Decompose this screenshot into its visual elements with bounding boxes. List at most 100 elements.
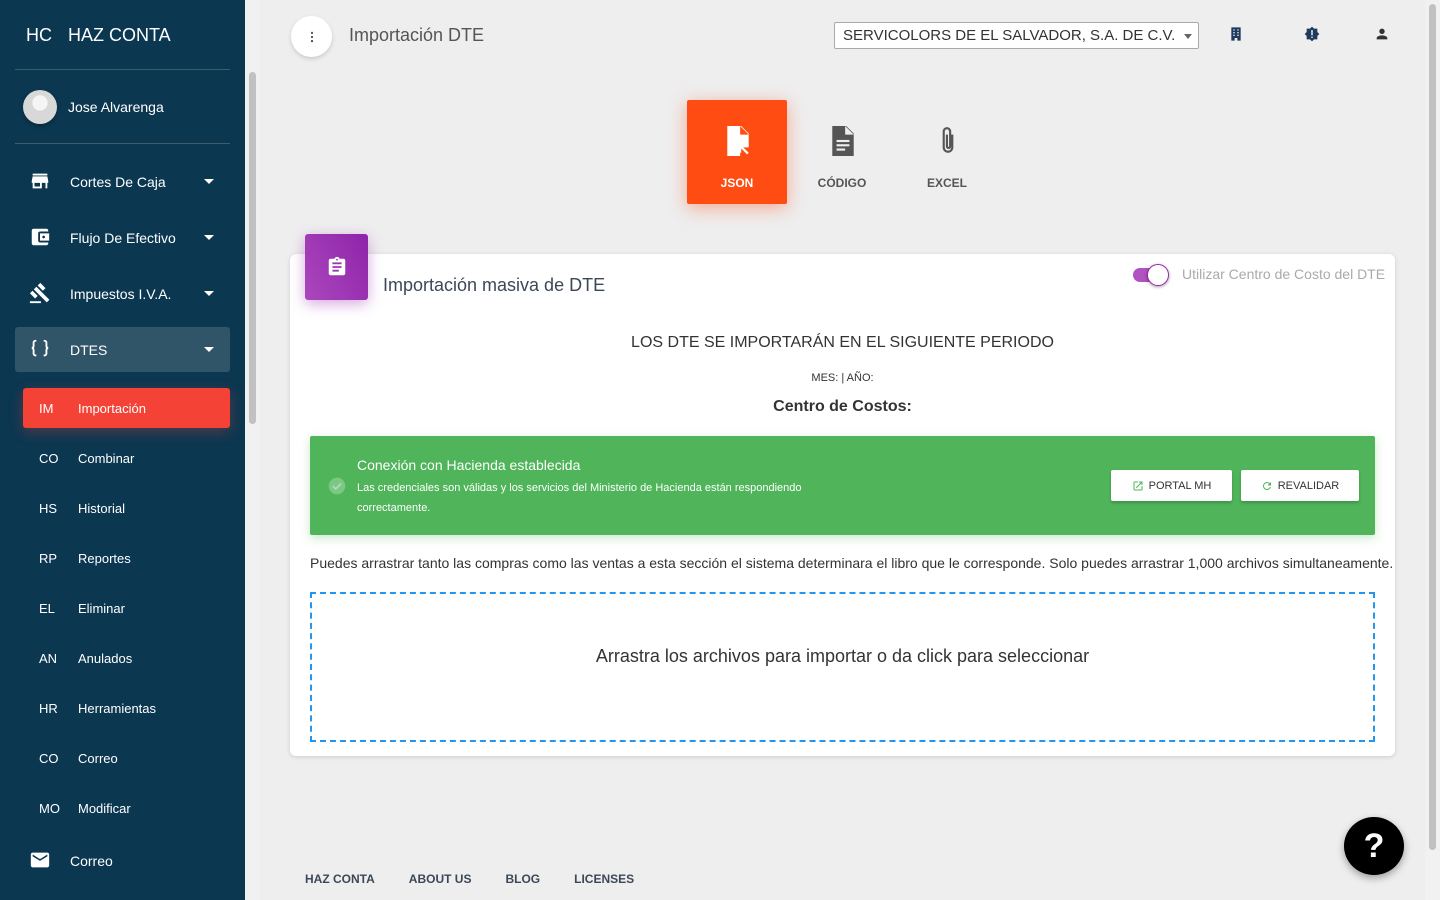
chevron-down-icon (1184, 34, 1192, 39)
sidebar-item-label: Correo (70, 852, 113, 869)
sidebar-item-label: DTES (70, 341, 108, 358)
person-icon[interactable] (1374, 26, 1390, 42)
help-button[interactable]: ? (1344, 817, 1404, 875)
tab-excel[interactable]: EXCEL (897, 100, 997, 204)
open-external-icon (1133, 481, 1143, 490)
sidebar-subitem-eliminar[interactable]: EL Eliminar (23, 588, 230, 628)
scrollbar-thumb[interactable] (1429, 4, 1436, 850)
sidebar-item-label: Flujo De Efectivo (70, 229, 176, 246)
subitem-label: Combinar (78, 450, 135, 466)
sidebar-subitem-modificar[interactable]: MO Modificar (23, 788, 230, 828)
subitem-abbr: IM (39, 400, 54, 416)
building-icon[interactable] (1228, 26, 1244, 42)
logo-text: HAZ CONTA (68, 25, 171, 45)
tab-codigo[interactable]: CÓDIGO (792, 100, 892, 204)
portal-mh-label: PORTAL MH (1148, 479, 1212, 492)
mail-icon (30, 852, 50, 868)
file-import-icon (727, 126, 749, 156)
tab-json[interactable]: JSON (687, 100, 787, 204)
user-profile[interactable]: Jose Alvarenga (23, 90, 164, 124)
subitem-abbr: EL (39, 600, 55, 616)
caret-down-icon (204, 235, 214, 240)
tab-label: EXCEL (926, 176, 967, 190)
sidebar-item-label: Cortes De Caja (70, 173, 166, 190)
sidebar-subitem-herramientas[interactable]: HR Herramientas (23, 688, 230, 728)
alert-badge-icon[interactable] (1304, 26, 1320, 42)
sidebar-item-cortes-de-caja[interactable]: Cortes De Caja (15, 159, 230, 204)
toggle-label: Utilizar Centro de Costo del DTE (1182, 266, 1386, 282)
sidebar-subitem-importacion[interactable]: IM Importación (23, 388, 230, 428)
footer-link-blog[interactable]: BLOG (505, 872, 540, 886)
more-vert-icon (310, 31, 313, 42)
subitem-abbr: HR (39, 700, 58, 716)
subitem-label: Historial (78, 500, 125, 516)
period-values: MES: | AÑO: (811, 372, 874, 384)
drag-instructions: Puedes arrastrar tanto las compras como … (310, 555, 1394, 571)
divider (15, 69, 230, 70)
sidebar-subitem-anulados[interactable]: AN Anulados (23, 638, 230, 678)
footer-link-licenses[interactable]: LICENSES (574, 872, 634, 886)
cost-center-title: Centro de Costos: (773, 398, 912, 415)
alert-title: Conexión con Hacienda establecida (357, 457, 581, 473)
card-title: Importación masiva de DTE (383, 275, 606, 295)
sidebar-item-correo[interactable]: Correo (15, 838, 230, 883)
company-select-value: SERVICOLORS DE EL SALVADOR, S.A. DE C.V. (843, 27, 1176, 44)
check-circle-icon (328, 477, 346, 495)
sidebar-item-dtes[interactable]: DTES (15, 327, 230, 372)
document-icon (832, 126, 854, 156)
subitem-label: Reportes (78, 550, 131, 566)
subitem-abbr: MO (39, 800, 60, 816)
scrollbar-thumb[interactable] (249, 72, 256, 424)
sidebar-subitem-combinar[interactable]: CO Combinar (23, 438, 230, 478)
company-select[interactable]: SERVICOLORS DE EL SALVADOR, S.A. DE C.V. (834, 22, 1199, 49)
caret-down-icon (204, 291, 214, 296)
sidebar-item-flujo-de-efectivo[interactable]: Flujo De Efectivo (15, 215, 230, 260)
sidebar-subitem-correo[interactable]: CO Correo (23, 738, 230, 778)
caret-down-icon (204, 179, 214, 184)
subitem-abbr: RP (39, 550, 58, 566)
more-menu-button[interactable] (291, 16, 332, 57)
store-icon (31, 173, 49, 189)
subitem-label: Importación (78, 400, 146, 416)
file-dropzone[interactable]: Arrastra los archivos para importar o da… (310, 592, 1375, 742)
logo[interactable]: HC HAZ CONTA (0, 0, 245, 70)
clipboard-icon (328, 256, 345, 276)
subitem-label: Anulados (78, 650, 133, 666)
braces-icon (31, 339, 49, 357)
footer-link-haz-conta[interactable]: HAZ CONTA (305, 872, 375, 886)
sidebar-scrollbar[interactable] (245, 0, 260, 900)
tab-label: JSON (720, 176, 754, 190)
period-title: LOS DTE SE IMPORTARÁN EN EL SIGUIENTE PE… (631, 334, 1054, 351)
cost-center-toggle[interactable] (1133, 264, 1169, 286)
alert-message: Las credenciales son válidas y los servi… (357, 482, 802, 514)
dropzone-text: Arrastra los archivos para importar o da… (595, 646, 1090, 666)
toggle-knob (1147, 264, 1169, 286)
subitem-abbr: CO (39, 750, 59, 766)
divider (15, 143, 230, 144)
subitem-label: Herramientas (78, 700, 157, 716)
user-name: Jose Alvarenga (68, 99, 164, 115)
page-title: Importación DTE (349, 25, 485, 45)
footer: HAZ CONTA ABOUT US BLOG LICENSES (305, 872, 668, 886)
sidebar: HC HAZ CONTA Jose Alvarenga Cortes De Ca… (0, 0, 260, 900)
logo-mini: HC (26, 25, 52, 45)
portal-mh-button[interactable]: PORTAL MH (1111, 470, 1232, 501)
subitem-label: Correo (78, 750, 118, 766)
revalidate-button[interactable]: REVALIDAR (1241, 470, 1359, 501)
card-header-icon (305, 234, 368, 300)
connection-alert: Conexión con Hacienda establecida Las cr… (310, 436, 1375, 535)
wallet-icon (31, 228, 50, 246)
subitem-abbr: HS (39, 500, 58, 516)
main-scrollbar[interactable] (1425, 0, 1440, 900)
footer-link-about-us[interactable]: ABOUT US (409, 872, 472, 886)
caret-down-icon (204, 347, 214, 352)
refresh-icon (1262, 481, 1271, 490)
sidebar-item-impuestos-iva[interactable]: Impuestos I.V.A. (15, 271, 230, 316)
sidebar-subitem-reportes[interactable]: RP Reportes (23, 538, 230, 578)
sidebar-subitem-historial[interactable]: HS Historial (23, 488, 230, 528)
subitem-label: Modificar (78, 800, 131, 816)
avatar (23, 90, 57, 124)
subitem-label: Eliminar (78, 600, 125, 616)
gavel-icon (29, 282, 50, 304)
sidebar-item-label: Impuestos I.V.A. (70, 285, 172, 302)
